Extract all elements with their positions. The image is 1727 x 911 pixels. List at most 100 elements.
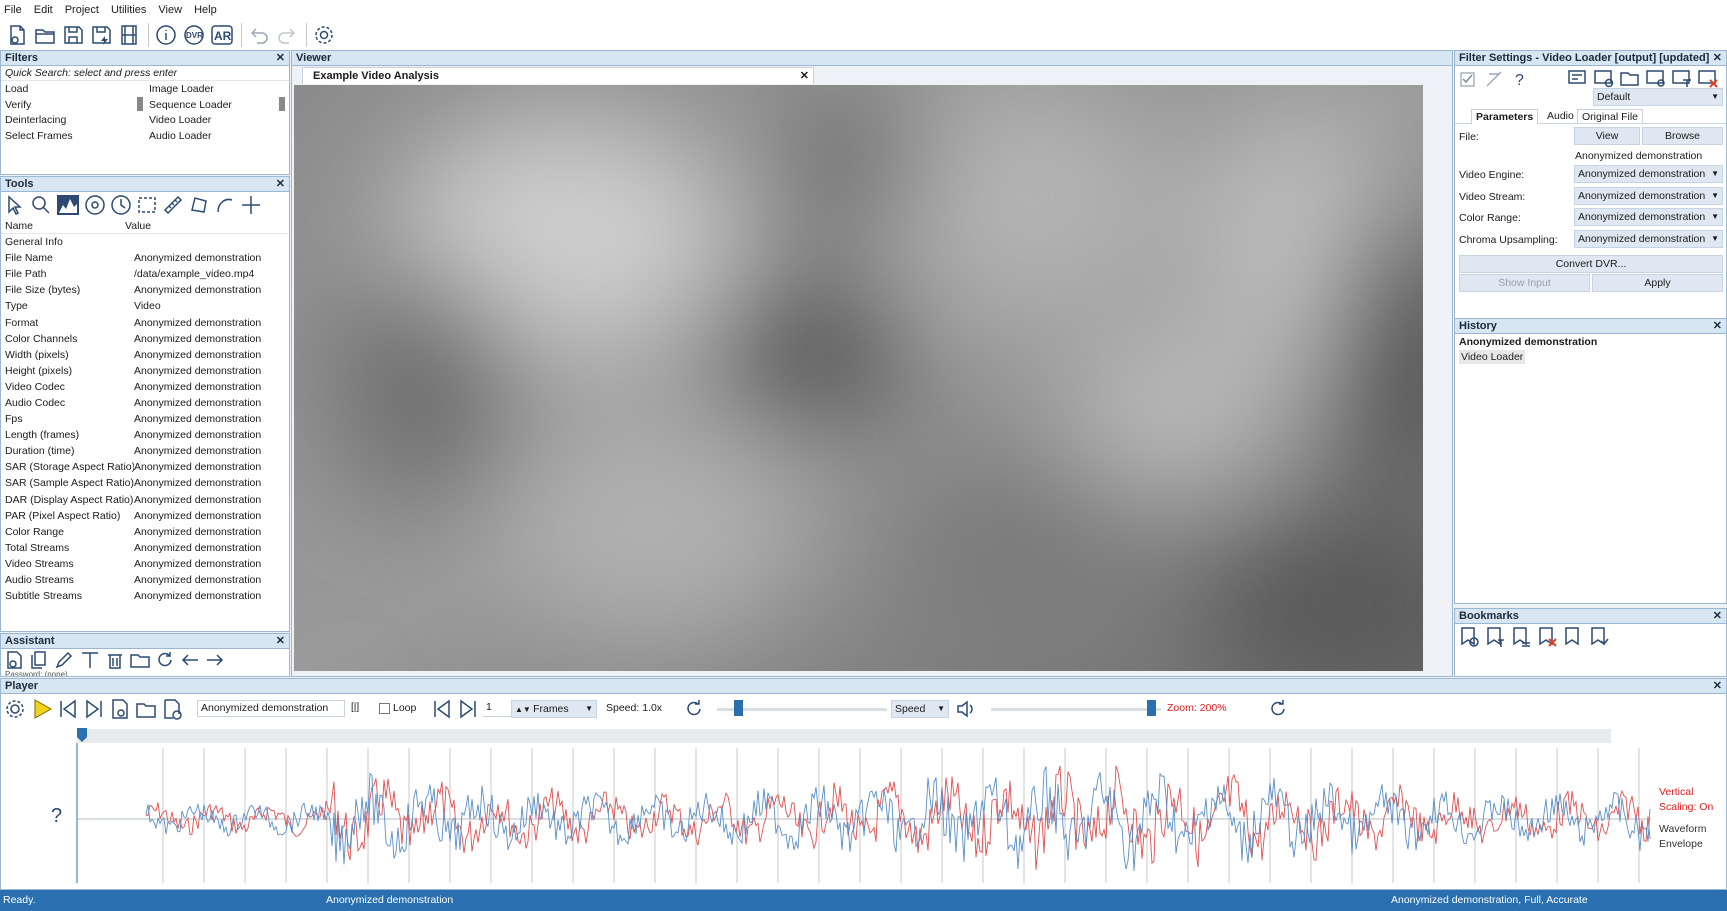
table-row[interactable]: Fps Anonymized demonstration (1, 411, 289, 427)
filter-add-icon[interactable] (1593, 68, 1615, 88)
filter-category-select-frames[interactable]: Select Frames (5, 129, 73, 142)
checkbox-icon[interactable] (1459, 70, 1477, 88)
loop-checkbox[interactable] (379, 703, 390, 714)
reset-zoom-icon[interactable] (1267, 698, 1289, 720)
table-row[interactable]: Video Codec Anonymized demonstration (1, 379, 289, 395)
forward-arrow-icon[interactable] (204, 650, 226, 670)
settings-icon[interactable] (311, 22, 337, 48)
field-select[interactable]: Anonymized demonstration ▼ (1574, 187, 1723, 205)
menu-view[interactable]: View (158, 4, 182, 16)
audio-waveform[interactable] (1, 743, 1726, 889)
refresh-icon[interactable] (154, 650, 176, 670)
prev-frame-icon[interactable] (431, 699, 453, 719)
prev-bookmark-icon[interactable] (1562, 626, 1584, 648)
reset-speed-icon[interactable] (683, 698, 705, 720)
filter-category-deinterlacing[interactable]: Deinterlacing (5, 113, 73, 129)
close-icon[interactable]: ✕ (276, 634, 285, 648)
folder-icon[interactable] (129, 650, 151, 670)
table-row[interactable]: SAR (Sample Aspect Ratio) Anonymized demo… (1, 475, 289, 491)
ar-icon[interactable]: AR (209, 22, 235, 48)
table-row[interactable]: Subtitle Streams Anonymized demonstration (1, 588, 289, 604)
filter-text-icon[interactable] (1671, 68, 1693, 88)
delete-icon[interactable] (104, 650, 126, 670)
next-frame-icon[interactable] (457, 699, 479, 719)
history-item[interactable]: Video Loader (1459, 350, 1526, 364)
back-arrow-icon[interactable] (179, 650, 201, 670)
menu-edit[interactable]: Edit (34, 4, 53, 16)
table-row[interactable]: General Info (1, 234, 289, 250)
field-select[interactable]: Anonymized demonstration ▼ (1574, 230, 1723, 248)
polygon-icon[interactable] (188, 194, 210, 216)
copy-icon[interactable] (29, 650, 51, 670)
filter-item-audio-loader[interactable]: Audio Loader (149, 129, 232, 142)
player-settings-icon[interactable] (4, 698, 26, 720)
frame-input[interactable]: 1 (483, 700, 511, 717)
dvr-icon[interactable]: DVR (181, 22, 207, 48)
tab-parameters[interactable]: Parameters (1471, 109, 1539, 124)
waveform-mode-label[interactable]: Waveform Envelope (1659, 822, 1706, 852)
menu-utilities[interactable]: Utilities (111, 4, 146, 16)
apply-button[interactable]: Apply (1592, 274, 1723, 292)
table-row[interactable]: Duration (time) Anonymized demonstration (1, 443, 289, 459)
category-scrollbar[interactable] (137, 97, 143, 111)
vertical-scaling-label[interactable]: Vertical Scaling: On (1659, 785, 1713, 815)
ruler-icon[interactable] (162, 194, 184, 216)
preset-select[interactable]: Default ▼ (1593, 88, 1723, 106)
volume-slider-handle[interactable] (1147, 700, 1156, 716)
items-scrollbar[interactable] (279, 97, 285, 111)
save-as-icon[interactable] (88, 22, 114, 48)
zoom-icon[interactable] (30, 194, 52, 216)
speed-mode-select[interactable]: Speed ▼ (891, 700, 949, 718)
disable-filter-icon[interactable] (1485, 70, 1503, 88)
player-file-field[interactable]: Anonymized demonstration (197, 700, 345, 717)
close-icon[interactable]: ✕ (276, 177, 285, 191)
browse-button[interactable]: Browse (1642, 127, 1723, 145)
save-icon[interactable] (60, 22, 86, 48)
skip-end-icon[interactable] (83, 698, 105, 720)
close-icon[interactable]: ✕ (1713, 51, 1722, 65)
video-frame[interactable] (294, 85, 1423, 671)
table-row[interactable]: DAR (Display Aspect Ratio) Anonymized dem… (1, 492, 289, 508)
filter-category-verify[interactable]: Verify (5, 98, 73, 114)
convert-dvr-button[interactable]: Convert DVR... (1459, 255, 1723, 273)
close-icon[interactable]: ✕ (1713, 319, 1722, 333)
filter-item-video-loader[interactable]: Video Loader (149, 113, 232, 129)
table-row[interactable]: PAR (Pixel Aspect Ratio) Anonymized demon… (1, 508, 289, 524)
filter-settings-icon[interactable] (1645, 68, 1667, 88)
add-bookmark-icon[interactable] (1458, 626, 1480, 648)
filter-item-image-loader[interactable]: Image Loader (149, 82, 232, 98)
new-project-icon[interactable] (4, 22, 30, 48)
volume-icon[interactable] (955, 698, 977, 720)
menu-file[interactable]: File (4, 4, 22, 16)
show-input-button[interactable]: Show Input (1459, 274, 1590, 292)
text-icon[interactable] (79, 650, 101, 670)
table-row[interactable]: Color Channels Anonymized demonstration (1, 331, 289, 347)
close-icon[interactable]: ✕ (1713, 679, 1722, 693)
table-row[interactable]: Length (frames) Anonymized demonstration (1, 427, 289, 443)
redo-icon[interactable] (274, 22, 300, 48)
table-row[interactable]: File Path/data/example_video.mp4 (1, 266, 289, 282)
table-row[interactable]: Total Streams Anonymized demonstration (1, 540, 289, 556)
view-button[interactable]: View (1574, 127, 1640, 145)
field-select[interactable]: Anonymized demonstration ▼ (1574, 208, 1723, 226)
histogram-icon[interactable] (56, 194, 80, 216)
open-icon[interactable] (32, 22, 58, 48)
crosshair-icon[interactable] (240, 194, 262, 216)
skip-start-icon[interactable] (57, 698, 79, 720)
filter-remove-icon[interactable] (1697, 68, 1719, 88)
table-row[interactable]: File Name Anonymized demonstration (1, 250, 289, 266)
field-select[interactable]: Anonymized demonstration ▼ (1574, 165, 1723, 183)
delete-bookmark-icon[interactable] (1536, 626, 1558, 648)
table-row[interactable]: Width (pixels) Anonymized demonstration (1, 347, 289, 363)
list-bookmark-icon[interactable] (1510, 626, 1532, 648)
add-to-list-icon[interactable] (161, 698, 183, 720)
pointer-icon[interactable] (4, 194, 26, 216)
table-row[interactable]: Audio Streams Anonymized demonstration (1, 572, 289, 588)
help-icon[interactable]: ? (1511, 70, 1529, 88)
snapshot-icon[interactable] (109, 698, 131, 720)
speed-slider-handle[interactable] (734, 700, 743, 716)
new-document-icon[interactable] (4, 650, 26, 670)
filter-category-load[interactable]: Load (5, 82, 73, 98)
close-icon[interactable]: ✕ (1713, 609, 1722, 623)
volume-slider-track[interactable] (991, 708, 1161, 711)
